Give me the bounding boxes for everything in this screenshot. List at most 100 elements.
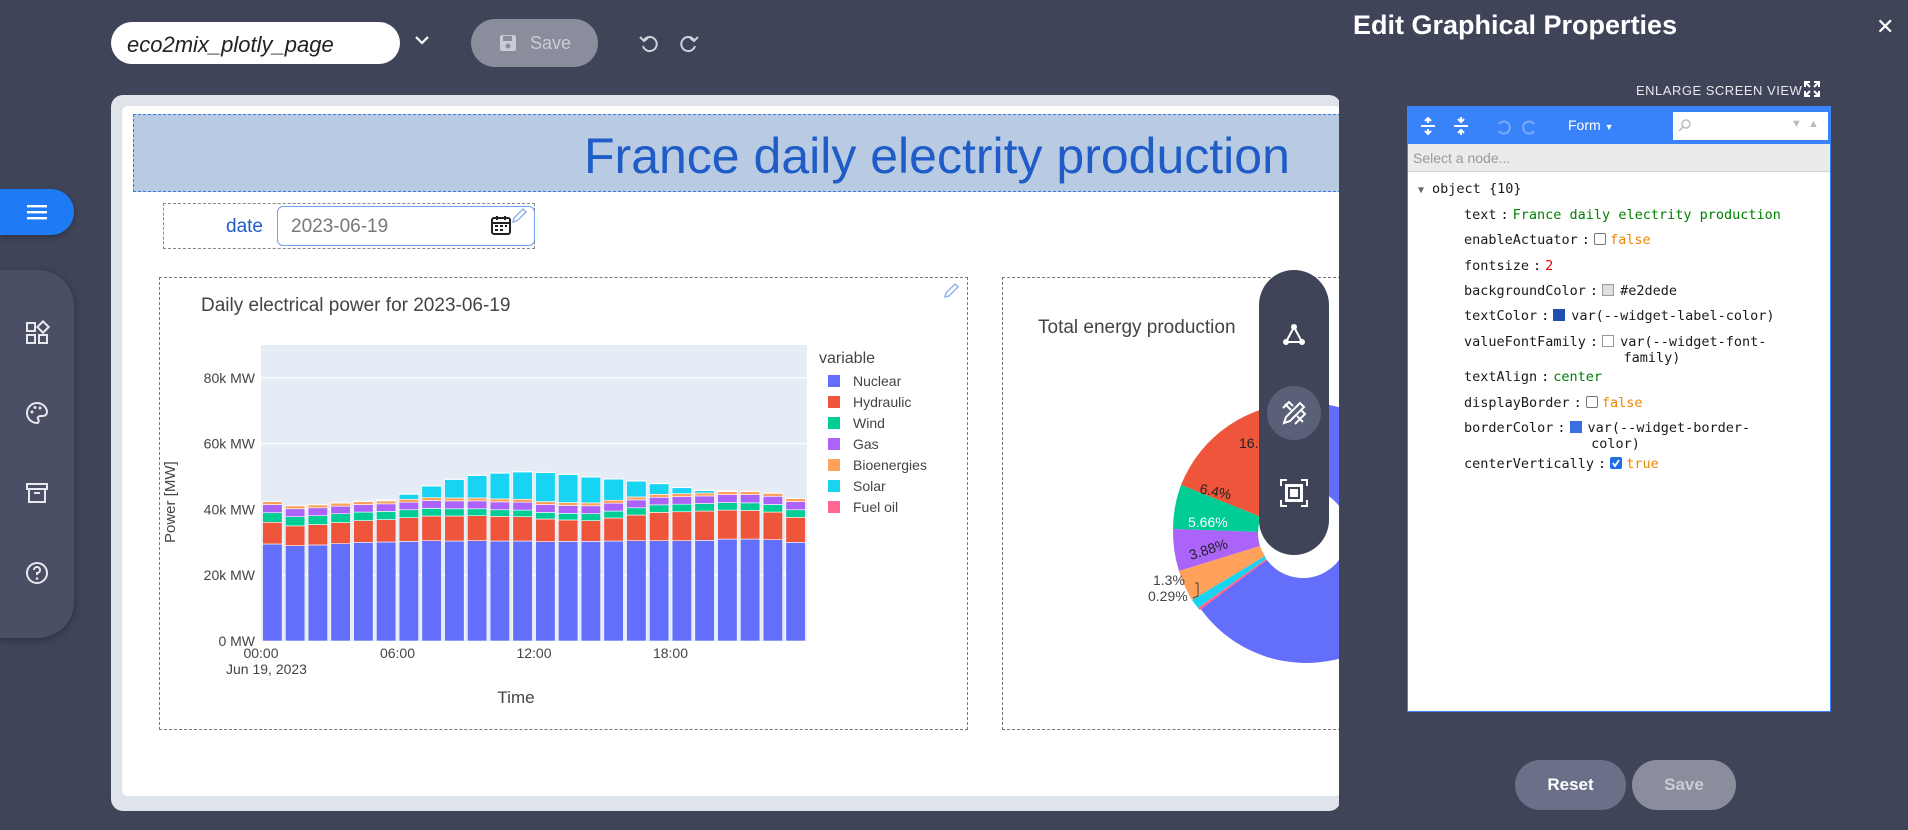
legend-item[interactable]: Solar (853, 478, 886, 494)
bar-gas (694, 495, 715, 504)
reset-button[interactable]: Reset (1515, 760, 1626, 810)
resize-frame-icon[interactable] (1279, 478, 1309, 508)
search-next-icon[interactable]: ▼ (1791, 118, 1802, 130)
mode-label: Form (1568, 117, 1601, 133)
prop-backgroundColor[interactable]: backgroundColor: #e2dede (1464, 283, 1677, 299)
search-prev-icon[interactable]: ▲ (1808, 118, 1819, 130)
prop-text[interactable]: text: France daily electrity production (1464, 207, 1781, 223)
prop-key: textColor (1464, 308, 1538, 324)
widgets-icon[interactable] (24, 320, 50, 346)
panel-save-button[interactable]: Save (1632, 760, 1736, 810)
bar-gas (444, 500, 465, 510)
date-widget[interactable]: date 2023-06-19 (163, 203, 535, 249)
prop-fontsize[interactable]: fontsize:2 (1464, 258, 1553, 274)
title-widget[interactable]: France daily electrity production (133, 114, 1341, 192)
connect-icon[interactable] (1279, 320, 1309, 350)
prop-centerVertically[interactable]: centerVertically: true (1464, 456, 1659, 472)
legend-item[interactable]: Nuclear (853, 373, 902, 389)
bar-wind (353, 511, 374, 521)
prop-borderColor[interactable]: borderColor: var(--widget-border-color) (1464, 420, 1750, 452)
prop-value[interactable]: center (1553, 369, 1602, 385)
prop-colon: : (1581, 232, 1590, 248)
bar-wind (762, 504, 783, 513)
prop-value[interactable]: var(--widget-border- (1588, 420, 1751, 436)
mode-dropdown[interactable]: Form ▼ (1568, 117, 1613, 133)
save-button[interactable]: Save (471, 19, 598, 67)
enlarge-screen-label[interactable]: ENLARGE SCREEN VIEW (1636, 83, 1802, 98)
legend-swatch[interactable] (828, 417, 840, 429)
legend-item[interactable]: Wind (853, 415, 885, 431)
bar-gas (762, 495, 783, 505)
root-count: {10} (1488, 181, 1522, 197)
prop-valueFontFamily[interactable]: valueFontFamily: var(--widget-font-family… (1464, 334, 1766, 366)
bar-bioenergies (694, 492, 715, 497)
edit-pencil-icon[interactable] (942, 282, 960, 300)
prop-value[interactable]: #e2dede (1620, 283, 1677, 299)
page-select[interactable]: eco2mix_plotly_page (111, 22, 400, 64)
prop-checkbox[interactable] (1593, 233, 1606, 245)
bar-solar (558, 474, 579, 503)
legend-swatch[interactable] (828, 438, 840, 450)
expand-all-icon[interactable] (1418, 116, 1438, 136)
collapse-all-icon[interactable] (1451, 116, 1471, 136)
json-editor[interactable]: Form ▼ ▼ ▲ Select a node... ▼ object {10}… (1407, 106, 1831, 712)
legend-item[interactable]: Hydraulic (853, 394, 911, 410)
bar-gas (535, 504, 556, 513)
prop-displayBorder[interactable]: displayBorder: false (1464, 395, 1642, 411)
prop-value[interactable]: var(--widget-font- (1620, 334, 1766, 350)
color-swatch[interactable] (1553, 309, 1566, 321)
bar-bioenergies (512, 498, 533, 503)
prop-value[interactable]: var(--widget-label-color) (1571, 308, 1774, 324)
editor-search-input[interactable]: ▼ ▲ (1673, 112, 1828, 140)
collapse-triangle-icon[interactable]: ▼ (1418, 185, 1424, 196)
expand-icon[interactable] (1803, 80, 1821, 98)
color-swatch[interactable] (1602, 284, 1615, 296)
color-swatch[interactable] (1569, 421, 1582, 433)
close-icon[interactable]: ✕ (1876, 14, 1894, 40)
legend-swatch[interactable] (828, 375, 840, 387)
prop-value[interactable]: false (1602, 395, 1643, 411)
help-icon[interactable] (24, 560, 50, 586)
color-swatch[interactable] (1602, 335, 1615, 347)
legend-swatch[interactable] (828, 480, 840, 492)
archive-icon[interactable] (24, 480, 50, 506)
tree-root[interactable]: ▼ object {10} (1418, 181, 1521, 197)
chevron-down-icon[interactable] (412, 30, 432, 50)
prop-value[interactable]: false (1610, 232, 1651, 248)
palette-icon[interactable] (24, 400, 50, 426)
prop-value[interactable]: 2 (1545, 258, 1553, 274)
editor-toolbar: Form ▼ ▼ ▲ (1408, 107, 1830, 144)
menu-button[interactable] (0, 189, 74, 235)
edit-pencil-icon[interactable] (510, 207, 528, 225)
bar-nuclear (330, 543, 351, 642)
bar-wind (421, 508, 442, 517)
prop-textAlign[interactable]: textAlign: center (1464, 369, 1602, 385)
legend-swatch[interactable] (828, 396, 840, 408)
calendar-icon[interactable] (490, 214, 512, 236)
pie-label-fuel-oil: 0.29% (1148, 588, 1188, 604)
legend-item[interactable]: Fuel oil (853, 499, 898, 515)
bar-nuclear (262, 543, 283, 642)
bar-chart-widget[interactable]: Daily electrical power for 2023-06-19 0 … (159, 277, 968, 730)
prop-key: textAlign (1464, 369, 1538, 385)
bar-bioenergies (376, 500, 397, 505)
redo-icon[interactable] (1520, 116, 1540, 136)
legend-swatch[interactable] (828, 501, 840, 513)
prop-textColor[interactable]: textColor: var(--widget-label-color) (1464, 308, 1775, 324)
undo-icon[interactable] (1493, 116, 1513, 136)
prop-value[interactable]: France daily electrity production (1513, 207, 1781, 223)
bar-hydraulic (376, 519, 397, 543)
prop-value[interactable]: true (1626, 456, 1659, 472)
redo-icon[interactable] (678, 32, 700, 54)
design-tools-icon[interactable] (1279, 398, 1309, 428)
legend-item[interactable]: Bioenergies (853, 457, 927, 473)
bar-wind (694, 503, 715, 512)
undo-icon[interactable] (638, 32, 660, 54)
prop-checkbox[interactable] (1610, 457, 1623, 469)
legend-swatch[interactable] (828, 459, 840, 471)
prop-checkbox[interactable] (1585, 396, 1598, 408)
prop-enableActuator[interactable]: enableActuator: false (1464, 232, 1651, 248)
legend-item[interactable]: Gas (853, 436, 879, 452)
bar-nuclear (444, 540, 465, 642)
bar-hydraulic (285, 525, 306, 546)
